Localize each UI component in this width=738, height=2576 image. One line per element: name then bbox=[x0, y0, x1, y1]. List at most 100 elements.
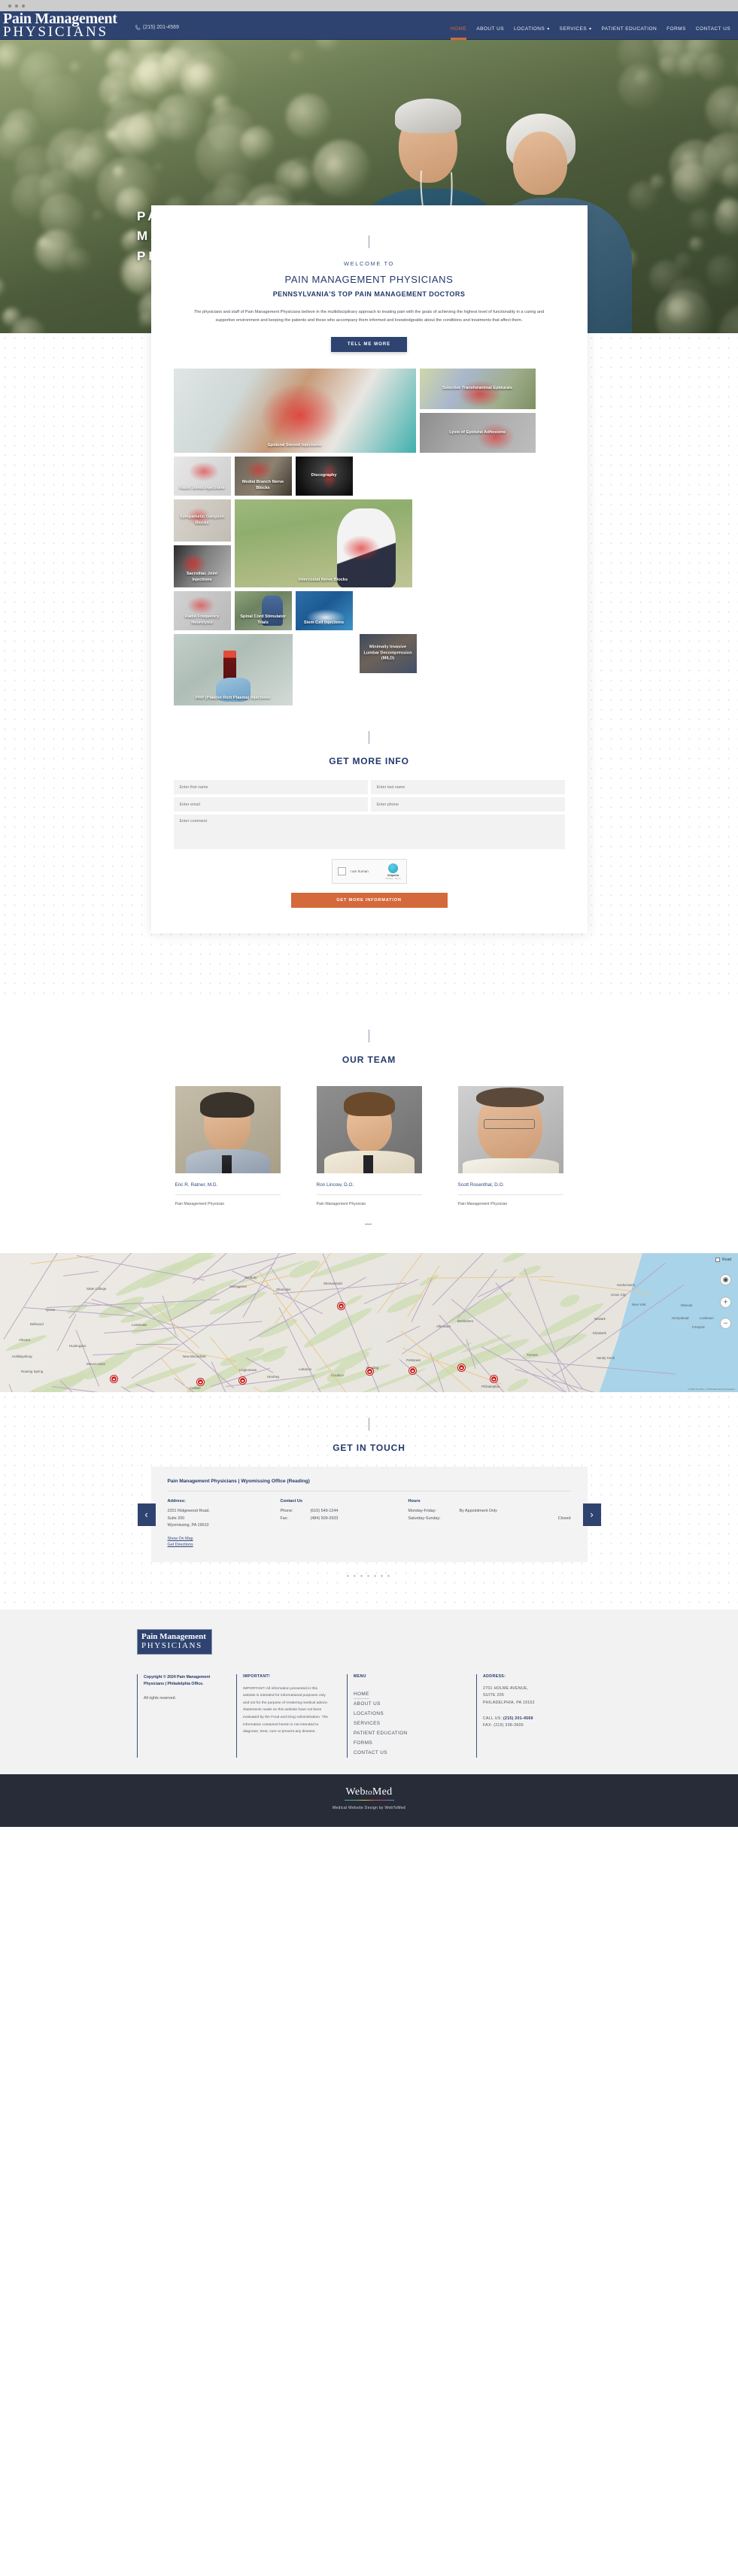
map-road-toggle[interactable]: Road bbox=[715, 1258, 731, 1263]
footer-fax-value: (215) 338-3606 bbox=[494, 1723, 524, 1728]
footer-menu-item-services[interactable]: SERVICES bbox=[354, 1719, 460, 1728]
team-member-card[interactable]: Ron Lincow, D.O. Pain Management Physici… bbox=[316, 1086, 422, 1206]
footer-call-value[interactable]: (215) 201-4569 bbox=[503, 1716, 533, 1721]
checkbox-icon[interactable] bbox=[715, 1258, 721, 1263]
footer-menu-item-patient-education[interactable]: PATIENT EDUCATION bbox=[354, 1728, 460, 1738]
nav-item-locations[interactable]: LOCATIONS ▾ bbox=[514, 26, 550, 34]
service-tile-sacroiliac-joint-injections[interactable]: Sacroiliac Joint Injections bbox=[173, 545, 231, 588]
tell-me-more-button[interactable]: TELL ME MORE bbox=[330, 337, 408, 353]
captcha-checkbox[interactable] bbox=[337, 867, 346, 876]
service-tile-label: Epidural Steroid Injections bbox=[268, 442, 321, 448]
nav-item-forms[interactable]: FORMS bbox=[667, 26, 686, 34]
footer-copyright-column: Copyright © 2024 Pain Management Physici… bbox=[137, 1673, 220, 1758]
phone-icon bbox=[135, 25, 141, 30]
nav-item-about-us[interactable]: ABOUT US bbox=[476, 26, 504, 34]
service-tile-spinal-cord-stimulator-trials[interactable]: Spinal Cord Stimulator Trials bbox=[234, 591, 292, 631]
footer-logo[interactable]: Pain Management PHYSICIANS bbox=[137, 1628, 212, 1655]
our-team-section: OUR TEAM Eric R. Ratner, M.D. Pain Manag… bbox=[0, 1001, 738, 1254]
locations-map[interactable]: State College Tyrone Bellwood Altoona Huntin… bbox=[0, 1253, 738, 1393]
team-member-card[interactable]: Eric R. Ratner, M.D. Pain Management Phy… bbox=[175, 1086, 281, 1206]
footer-menu-item-about-us[interactable]: ABOUT US bbox=[354, 1699, 460, 1709]
service-tile-epidural-steroid-injections[interactable]: Epidural Steroid Injections bbox=[173, 369, 416, 454]
first-name-input[interactable] bbox=[173, 780, 368, 795]
fax-value: (484) 509-2933 bbox=[310, 1516, 339, 1521]
captcha-terms[interactable]: Privacy - Terms bbox=[386, 877, 401, 880]
footer-menu-item-locations[interactable]: LOCATIONS bbox=[354, 1709, 460, 1719]
service-tile-selective-transforaminal-epidurals[interactable]: Selective Transforaminal Epidurals bbox=[419, 369, 536, 410]
service-tile-intercostal-nerve-blocks[interactable]: Intercostal Nerve Blocks bbox=[234, 499, 412, 588]
service-tile-label: Sympathetic Ganglion Blocks bbox=[179, 514, 225, 526]
plus-icon[interactable]: + bbox=[720, 1297, 731, 1309]
nav-item-services[interactable]: SERVICES ▾ bbox=[560, 26, 592, 34]
doctor-name: Eric R. Ratner, M.D. bbox=[175, 1182, 281, 1196]
welcome-heading: PAIN MANAGEMENT PHYSICIANS bbox=[284, 274, 454, 285]
footer-menu-item-contact-us[interactable]: CONTACT US bbox=[354, 1748, 460, 1758]
email-input[interactable] bbox=[173, 797, 368, 812]
address-line-3: Wyomissing, PA 19610 bbox=[167, 1523, 209, 1528]
service-tile-lysis-of-epidural-adhesions[interactable]: Lysis of Epidural Adhesions bbox=[419, 413, 536, 454]
service-tile-label: PRP (Platelet Rich Plasma) Injections bbox=[195, 695, 271, 700]
show-on-map-link[interactable]: Show On Map bbox=[168, 1537, 281, 1541]
window-close-dot[interactable] bbox=[8, 4, 11, 8]
window-minimize-dot[interactable] bbox=[15, 4, 18, 8]
credit-bar: WebtoMed Medical Website Design by WebTo… bbox=[0, 1773, 738, 1828]
service-tile-sympathetic-ganglion-blocks[interactable]: Sympathetic Ganglion Blocks bbox=[173, 499, 231, 542]
site-logo[interactable]: Pain Management PHYSICIANS bbox=[0, 11, 134, 39]
carousel-prev-button[interactable]: ‹ bbox=[137, 1503, 156, 1526]
window-maximize-dot[interactable] bbox=[22, 4, 25, 8]
doctor-coat bbox=[462, 1158, 559, 1174]
captcha-widget[interactable]: I am human hCaptcha Privacy - Terms bbox=[331, 859, 407, 884]
map-city-label: Sunbury bbox=[244, 1276, 257, 1280]
service-tile-label: Stem Cell Injections bbox=[303, 620, 345, 625]
team-carousel-pager[interactable]: — bbox=[0, 1220, 738, 1227]
glasses-icon bbox=[483, 1119, 535, 1130]
get-more-information-button[interactable]: GET MORE INFORMATION bbox=[290, 893, 448, 909]
service-tile-facet-joints-injections[interactable]: Facet Joints Injections bbox=[173, 457, 231, 496]
service-tile-radio-frequency-neurolysis[interactable]: Radio Frequency Neurolysis bbox=[173, 591, 231, 631]
service-tile-label: Intercostal Nerve Blocks bbox=[298, 577, 348, 582]
get-more-info-section: GET MORE INFO I am human hCaptcha Privac… bbox=[173, 731, 565, 909]
nav-item-contact-us[interactable]: CONTACT US bbox=[696, 26, 730, 34]
map-city-label: Bellwood bbox=[30, 1322, 44, 1327]
nav-item-home[interactable]: HOME bbox=[451, 26, 467, 40]
webtomed-logo[interactable]: WebtoMed bbox=[0, 1786, 738, 1798]
get-directions-link[interactable]: Get Directions bbox=[168, 1543, 281, 1547]
comment-textarea[interactable] bbox=[173, 815, 565, 850]
map-locate-button[interactable]: ◉ bbox=[720, 1274, 731, 1286]
team-member-card[interactable]: Scott Rosenthal, D.O. Pain Management Ph… bbox=[457, 1086, 563, 1207]
fax-row: Fax: (484) 509-2933 bbox=[281, 1516, 408, 1522]
nav-item-patient-education[interactable]: PATIENT EDUCATION bbox=[601, 26, 657, 34]
last-name-input[interactable] bbox=[370, 780, 565, 795]
get-in-touch-title: GET IN TOUCH bbox=[333, 1443, 405, 1454]
service-tile-label: Selective Transforaminal Epidurals bbox=[442, 386, 512, 391]
map-city-label: Selinsgrove bbox=[229, 1285, 247, 1289]
form-title: GET MORE INFO bbox=[329, 756, 409, 767]
office-carousel-dots[interactable]: • • • • • • • bbox=[0, 1573, 738, 1579]
our-team-title: OUR TEAM bbox=[342, 1054, 396, 1066]
doctor-role: Pain Management Physician bbox=[457, 1202, 508, 1207]
footer-menu-item-forms[interactable]: FORMS bbox=[354, 1738, 460, 1748]
header-phone[interactable]: (215) 201-4569 bbox=[135, 25, 179, 30]
phone-row: Phone: (610) 549-1244 bbox=[281, 1508, 408, 1515]
webtomed-rainbow-rule bbox=[344, 1799, 394, 1801]
phone-value[interactable]: (610) 549-1244 bbox=[311, 1508, 339, 1515]
service-tile-minimally-invasive-lumbar-decompression[interactable]: Minimally Invasive Lumbar Decompression … bbox=[359, 634, 417, 674]
doctor-name: Scott Rosenthal, D.O. bbox=[457, 1182, 563, 1196]
map-zoom-out-button[interactable]: − bbox=[720, 1318, 731, 1330]
nav-item-locations-label: LOCATIONS bbox=[514, 26, 545, 32]
service-tile-medial-branch-nerve-blocks[interactable]: Medial Branch Nerve Blocks bbox=[234, 457, 292, 496]
map-city-label: Newark bbox=[594, 1317, 606, 1321]
doctor-tie bbox=[221, 1155, 232, 1174]
service-tile-prp-injections[interactable]: PRP (Platelet Rich Plasma) Injections bbox=[173, 634, 293, 706]
browser-chrome bbox=[0, 0, 738, 11]
locate-icon[interactable]: ◉ bbox=[720, 1274, 731, 1286]
map-zoom-in-button[interactable]: + bbox=[720, 1297, 731, 1309]
phone-input[interactable] bbox=[370, 797, 565, 812]
service-tile-stem-cell-injections[interactable]: Stem Cell Injections bbox=[295, 591, 353, 631]
footer-address-line-3: PHILADELPHIA, PA 19152 bbox=[483, 1700, 535, 1705]
pain-highlight bbox=[187, 461, 220, 483]
carousel-next-button[interactable]: › bbox=[582, 1503, 601, 1526]
footer-menu-item-home[interactable]: HOME bbox=[354, 1689, 369, 1699]
minus-icon[interactable]: − bbox=[720, 1318, 731, 1330]
service-tile-discography[interactable]: Discography bbox=[295, 457, 353, 496]
